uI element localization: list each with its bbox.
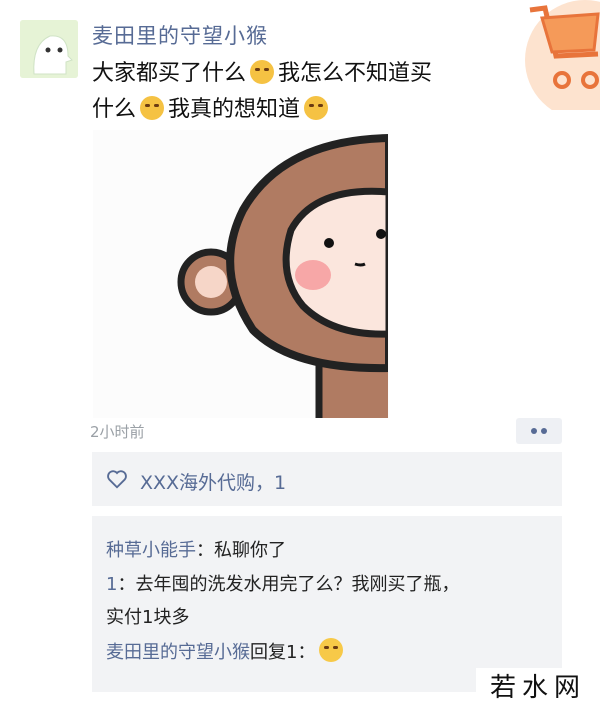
comment-text: 私聊你了 [214,540,286,561]
comment-separator: ： [117,574,136,595]
laugh-cry-emoji-icon [250,60,275,84]
post-image[interactable] [93,130,389,418]
post-author-name[interactable]: 麦田里的守望小猴 [92,20,268,50]
watermark-logo: 若水网 [476,668,600,715]
laugh-cry-emoji-icon [140,96,165,120]
comment-separator: ： [297,642,316,663]
surprised-emoji-icon [319,638,344,662]
comment-text: 实付1块多 [106,607,190,628]
post-text-part: 我真的想知道 [168,97,301,122]
heart-icon [107,470,127,489]
comment-item[interactable]: 1：去年囤的洗发水用完了么？我刚买了瓶， 实付1块多 [106,568,546,634]
reply-label: 回复 [250,642,286,663]
comments-panel: 种草小能手：私聊你了 1：去年囤的洗发水用完了么？我刚买了瓶， 实付1块多 麦田… [92,516,562,692]
post-text-part: 大家都买了什么 [92,61,247,86]
likes-panel: XXX海外代购，1 [92,452,562,506]
comment-author[interactable]: 1 [106,574,117,595]
comment-author[interactable]: 种草小能手 [106,540,196,561]
post-text-part: 我怎么不知道买 [278,61,433,86]
more-options-button[interactable] [516,418,562,444]
comment-separator: ： [196,540,214,561]
laugh-cry-emoji-icon [304,96,329,120]
ghost-avatar-icon [20,20,78,78]
post-text-part: 什么 [92,97,137,122]
post-text: 大家都买了什么 我怎么不知道买 什么 我真的想知道 [92,56,512,128]
comment-author[interactable]: 麦田里的守望小猴 [106,642,250,663]
avatar[interactable] [20,20,78,78]
likes-names[interactable]: XXX海外代购，1 [140,468,286,495]
reply-target[interactable]: 1 [286,642,297,663]
comment-item[interactable]: 种草小能手：私聊你了 [106,534,546,567]
monkey-peek-image [93,130,389,418]
comment-text: 去年囤的洗发水用完了么？我刚买了瓶， [135,574,460,595]
post-timestamp: 2小时前 [90,423,145,441]
comment-item[interactable]: 麦田里的守望小猴回复1： [106,636,546,669]
